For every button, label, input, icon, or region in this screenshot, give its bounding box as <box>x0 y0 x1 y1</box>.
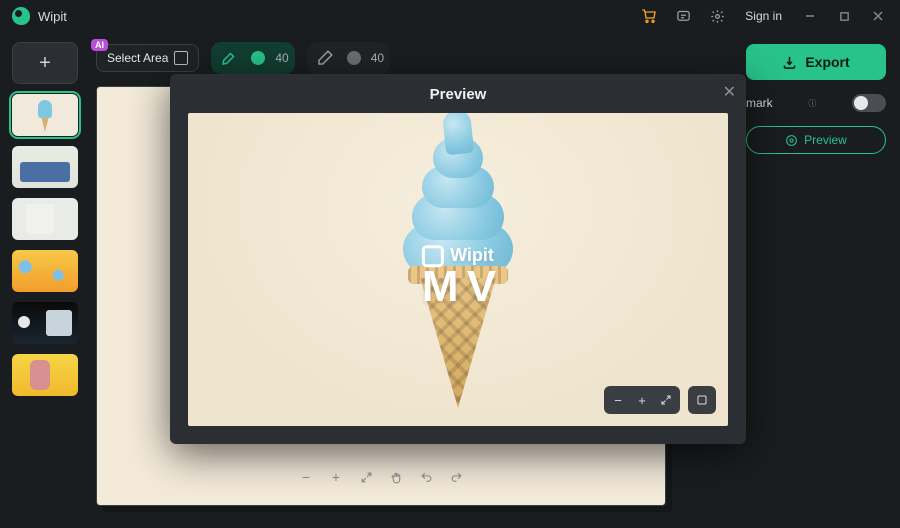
thumbnail-girl-yellow[interactable] <box>12 354 78 396</box>
sidebar: + M V <box>0 32 90 528</box>
titlebar: Wipit Sign in <box>0 0 900 32</box>
export-button[interactable]: Export <box>746 44 886 80</box>
watermark-big-text: M V <box>422 267 494 307</box>
zoom-in-icon[interactable]: + <box>325 466 347 488</box>
redo-icon[interactable] <box>445 466 467 488</box>
expand-icon[interactable] <box>355 466 377 488</box>
brush-tool-group: 40 <box>211 42 294 74</box>
preview-eye-icon <box>785 134 798 147</box>
watermark-toggle[interactable] <box>852 94 886 112</box>
crop-icon <box>174 51 188 65</box>
preview-label: Preview <box>804 133 847 147</box>
hand-icon[interactable] <box>385 466 407 488</box>
chat-icon[interactable] <box>669 4 697 28</box>
thumbnail-tshirt[interactable] <box>12 198 78 240</box>
watermark-label: mark <box>746 96 773 110</box>
modal-zoom-in-icon[interactable]: + <box>632 390 652 410</box>
modal-preview-image: Wipit M V − + <box>188 113 728 426</box>
maximize-icon[interactable] <box>830 4 858 28</box>
select-area-label: Select Area <box>107 51 168 65</box>
brush-icon[interactable] <box>217 46 241 70</box>
eraser-icon[interactable] <box>313 46 337 70</box>
thumbnail-astronaut[interactable] <box>12 302 78 344</box>
zoom-out-icon[interactable]: − <box>295 466 317 488</box>
select-area-button[interactable]: AI Select Area <box>96 44 199 72</box>
close-icon[interactable] <box>864 4 892 28</box>
thumbnail-flowers[interactable] <box>12 250 78 292</box>
titlebar-right: Sign in <box>635 4 892 28</box>
modal-expand-icon[interactable] <box>656 390 676 410</box>
preview-modal: ✕ Preview Wipit M V − + <box>170 74 746 444</box>
add-image-button[interactable]: + <box>12 42 78 84</box>
watermark-overlay: Wipit M V <box>422 245 494 307</box>
eraser-size-value: 40 <box>371 51 384 65</box>
minimize-icon[interactable] <box>796 4 824 28</box>
export-label: Export <box>805 54 849 70</box>
modal-title: Preview <box>170 74 746 113</box>
ai-badge: AI <box>91 39 108 51</box>
cart-icon[interactable] <box>635 4 663 28</box>
brush-size-dot[interactable] <box>251 51 265 65</box>
app-logo-icon <box>12 7 30 25</box>
modal-fit-icon[interactable] <box>692 390 712 410</box>
undo-icon[interactable] <box>415 466 437 488</box>
modal-zoom-out-icon[interactable]: − <box>608 390 628 410</box>
thumbnail-living-room[interactable] <box>12 146 78 188</box>
titlebar-left: Wipit <box>12 7 67 25</box>
export-icon <box>782 55 797 70</box>
brush-size-value: 40 <box>275 51 288 65</box>
eraser-size-dot[interactable] <box>347 51 361 65</box>
signin-link[interactable]: Sign in <box>737 9 790 23</box>
modal-close-icon[interactable]: ✕ <box>723 82 736 102</box>
watermark-row: markⓘ <box>746 94 886 112</box>
gear-icon[interactable] <box>703 4 731 28</box>
modal-controls: − + <box>604 386 716 414</box>
right-panel: Export markⓘ Preview <box>732 32 900 528</box>
thumbnail-ice-cream[interactable]: M V <box>12 94 78 136</box>
eraser-tool-group: 40 <box>307 42 390 74</box>
canvas-bottom-toolbar: − + <box>291 462 471 492</box>
app-title: Wipit <box>38 9 67 24</box>
preview-button[interactable]: Preview <box>746 126 886 154</box>
